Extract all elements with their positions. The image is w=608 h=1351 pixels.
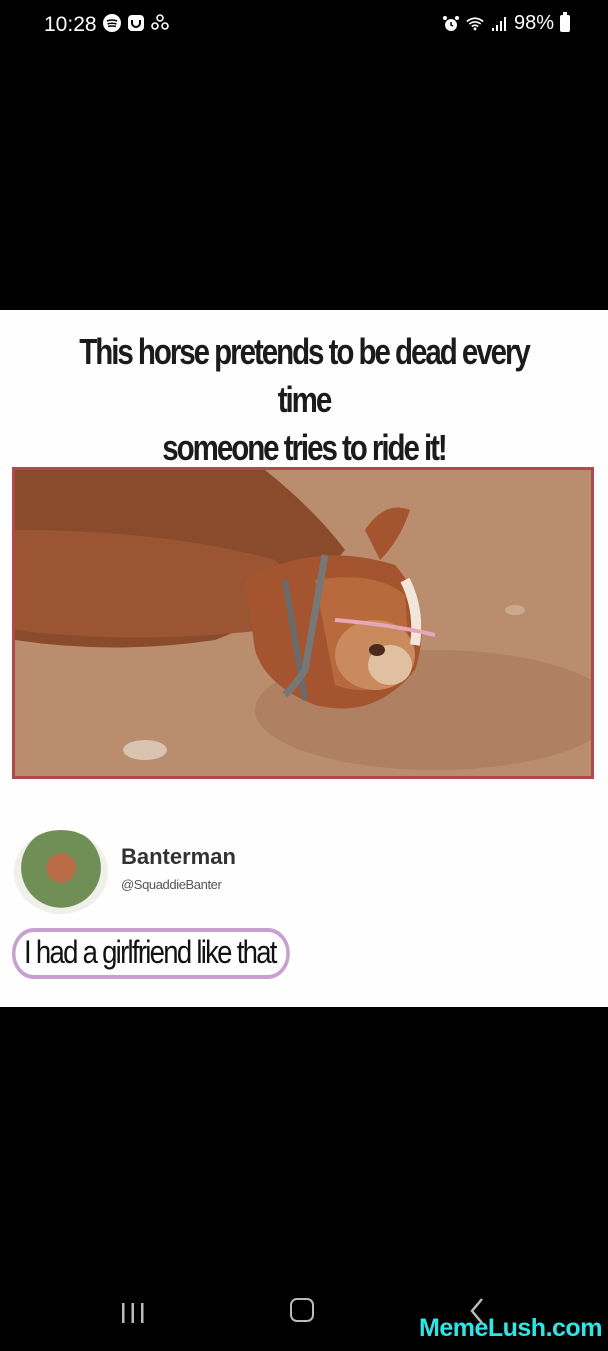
status-bar: 10:28 98% <box>0 0 608 52</box>
recents-icon[interactable] <box>118 1300 148 1326</box>
meme-caption-line-1: This horse pretends to be dead every tim… <box>79 331 531 420</box>
meme-caption: This horse pretends to be dead every tim… <box>55 328 554 472</box>
signal-icon <box>490 15 508 33</box>
status-notification-icons <box>103 14 169 32</box>
meme-image: This horse pretends to be dead every tim… <box>0 310 608 1007</box>
watermark: MemeLush.com <box>419 1314 602 1342</box>
horse-photo <box>12 467 594 779</box>
tweet-author-name: Banterman <box>121 844 236 869</box>
tweet-avatar <box>14 830 108 914</box>
battery-icon <box>560 12 570 32</box>
alarm-icon <box>442 15 460 33</box>
tweet-text: I had a girlfriend like that <box>12 928 290 979</box>
pinwheel-icon <box>151 14 169 32</box>
home-icon[interactable] <box>290 1298 314 1322</box>
battery-percent: 98% <box>513 12 554 34</box>
status-time: 10:28 <box>44 13 97 36</box>
horse-illustration <box>15 470 591 776</box>
notification-app-icon <box>127 14 145 32</box>
wifi-icon <box>466 15 484 33</box>
spotify-icon <box>103 14 121 32</box>
status-system-icons: 98% <box>442 12 570 35</box>
tweet-author-handle: @SquaddieBanter <box>121 877 222 892</box>
meme-caption-line-2: someone tries to ride it! <box>162 427 447 468</box>
